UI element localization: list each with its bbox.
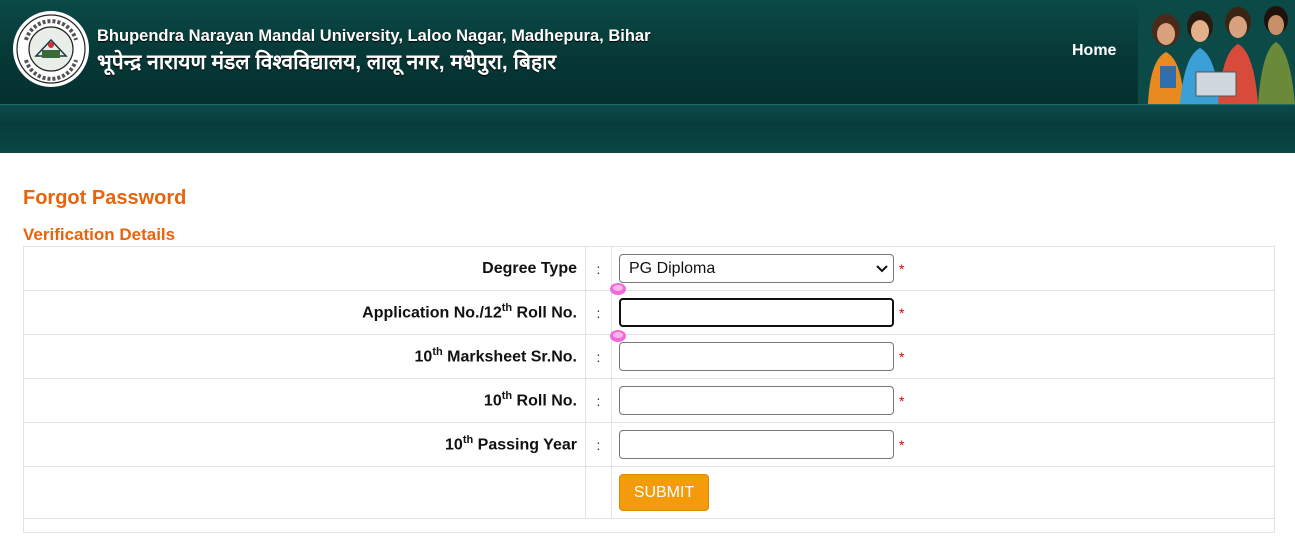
selection-handle-icon[interactable] <box>610 282 626 296</box>
page-title: Forgot Password <box>23 187 187 209</box>
degree-type-select[interactable]: PG Diploma <box>619 254 894 283</box>
roll-no-cell: * <box>611 378 1275 423</box>
colon: : <box>585 246 612 291</box>
application-no-label: Application No./12th Roll No. <box>23 290 586 335</box>
nav-home-link[interactable]: Home <box>1072 42 1116 60</box>
site-header: Bhupendra Narayan Mandal University, Lal… <box>0 0 1295 104</box>
colon: : <box>585 290 612 335</box>
required-asterisk: * <box>899 348 905 365</box>
form-row-roll-no: 10th Roll No. : * <box>23 378 1275 423</box>
university-name-english: Bhupendra Narayan Mandal University, Lal… <box>97 27 651 45</box>
marksheet-sr-input[interactable] <box>619 342 894 371</box>
empty-cell <box>23 466 586 519</box>
form-row-submit: SUBMIT <box>23 466 1275 519</box>
required-asterisk: * <box>899 260 905 277</box>
colon: : <box>585 334 612 379</box>
chevron-down-icon <box>876 265 888 273</box>
header-nav-band <box>0 104 1295 153</box>
application-no-input[interactable] <box>619 298 894 327</box>
form-row-passing-year: 10th Passing Year : * <box>23 422 1275 467</box>
form-row-application-no: Application No./12th Roll No. : * <box>23 290 1275 335</box>
university-seal-icon[interactable] <box>12 10 90 88</box>
selection-handle-icon[interactable] <box>610 329 626 343</box>
colon: : <box>585 422 612 467</box>
degree-type-label: Degree Type <box>23 246 586 291</box>
submit-cell: SUBMIT <box>611 466 1275 519</box>
form-footer-row <box>23 518 1275 533</box>
degree-type-cell: PG Diploma * <box>611 246 1275 291</box>
required-asterisk: * <box>899 436 905 453</box>
degree-type-selected-value: PG Diploma <box>629 260 716 277</box>
students-banner-image <box>1138 0 1295 104</box>
empty-cell <box>585 466 612 519</box>
roll-no-input[interactable] <box>619 386 894 415</box>
colon: : <box>585 378 612 423</box>
form-row-marksheet-sr: 10th Marksheet Sr.No. : * <box>23 334 1275 379</box>
form-row-degree-type: Degree Type : PG Diploma * <box>23 246 1275 291</box>
required-asterisk: * <box>899 392 905 409</box>
marksheet-sr-label: 10th Marksheet Sr.No. <box>23 334 586 379</box>
application-no-cell: * <box>611 290 1275 335</box>
roll-no-label: 10th Roll No. <box>23 378 586 423</box>
verification-form: Degree Type : PG Diploma * Application N… <box>23 246 1275 533</box>
passing-year-input[interactable] <box>619 430 894 459</box>
marksheet-sr-cell: * <box>611 334 1275 379</box>
passing-year-label: 10th Passing Year <box>23 422 586 467</box>
required-asterisk: * <box>899 304 905 321</box>
passing-year-cell: * <box>611 422 1275 467</box>
submit-button[interactable]: SUBMIT <box>619 474 709 511</box>
section-title: Verification Details <box>23 225 176 244</box>
empty-cell <box>23 518 1275 533</box>
university-name-hindi: भूपेन्द्र नारायण मंडल विश्वविद्यालय, लाल… <box>97 51 557 74</box>
